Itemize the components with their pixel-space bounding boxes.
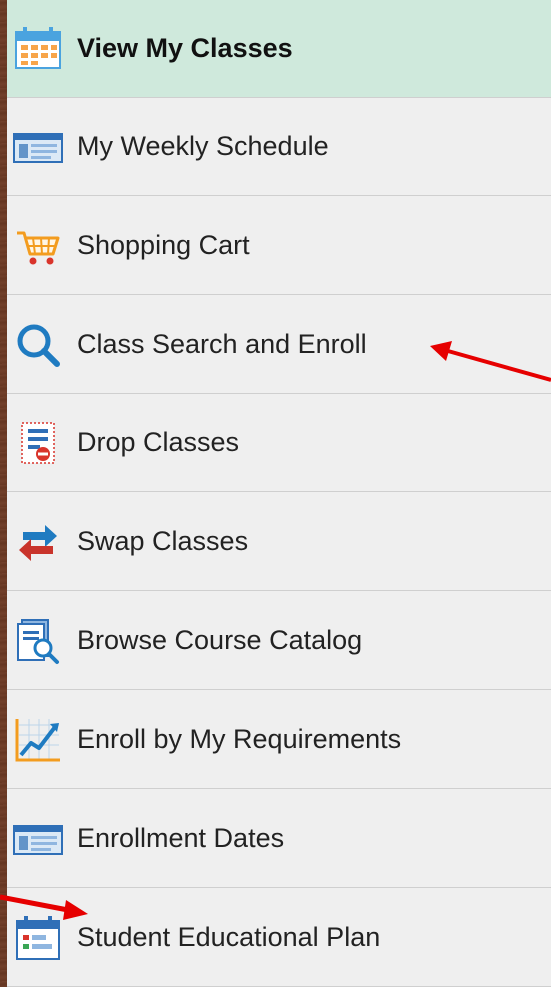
line-chart-icon xyxy=(13,715,63,765)
menu-item-enrollment-dates[interactable]: Enrollment Dates xyxy=(7,790,551,888)
menu-item-view-my-classes[interactable]: View My Classes xyxy=(7,0,551,98)
menu-item-label: Swap Classes xyxy=(77,526,249,556)
menu-item-label: Shopping Cart xyxy=(77,230,250,260)
menu-item-label: Enroll by My Requirements xyxy=(77,724,402,754)
menu-item-swap-classes[interactable]: Swap Classes xyxy=(7,493,551,591)
shopping-cart-icon xyxy=(13,221,63,271)
menu-item-my-weekly-schedule[interactable]: My Weekly Schedule xyxy=(7,98,551,196)
menu-item-label: Drop Classes xyxy=(77,427,240,457)
menu-item-shopping-cart[interactable]: Shopping Cart xyxy=(7,197,551,295)
schedule-icon xyxy=(13,122,63,172)
student-center-menu: View My Classes My Weekly Schedule Shopp… xyxy=(7,0,551,987)
menu-item-label: Browse Course Catalog xyxy=(77,625,363,655)
menu-item-label: My Weekly Schedule xyxy=(77,131,329,161)
calendar-icon xyxy=(13,24,63,74)
menu-item-label: Class Search and Enroll xyxy=(77,329,367,359)
calendar-plan-icon xyxy=(13,913,63,963)
menu-item-class-search-and-enroll[interactable]: Class Search and Enroll xyxy=(7,296,551,394)
catalog-search-icon xyxy=(13,616,63,666)
menu-item-label: Enrollment Dates xyxy=(77,823,285,853)
menu-item-label: View My Classes xyxy=(77,33,293,63)
menu-item-student-educational-plan[interactable]: Student Educational Plan xyxy=(7,889,551,987)
menu-item-label: Student Educational Plan xyxy=(77,922,381,952)
menu-item-enroll-by-my-requirements[interactable]: Enroll by My Requirements xyxy=(7,691,551,789)
swap-arrows-icon xyxy=(13,517,63,567)
schedule-icon xyxy=(13,814,63,864)
drop-classes-icon xyxy=(13,418,63,468)
search-icon xyxy=(13,320,63,370)
menu-item-drop-classes[interactable]: Drop Classes xyxy=(7,394,551,492)
menu-item-browse-course-catalog[interactable]: Browse Course Catalog xyxy=(7,592,551,690)
